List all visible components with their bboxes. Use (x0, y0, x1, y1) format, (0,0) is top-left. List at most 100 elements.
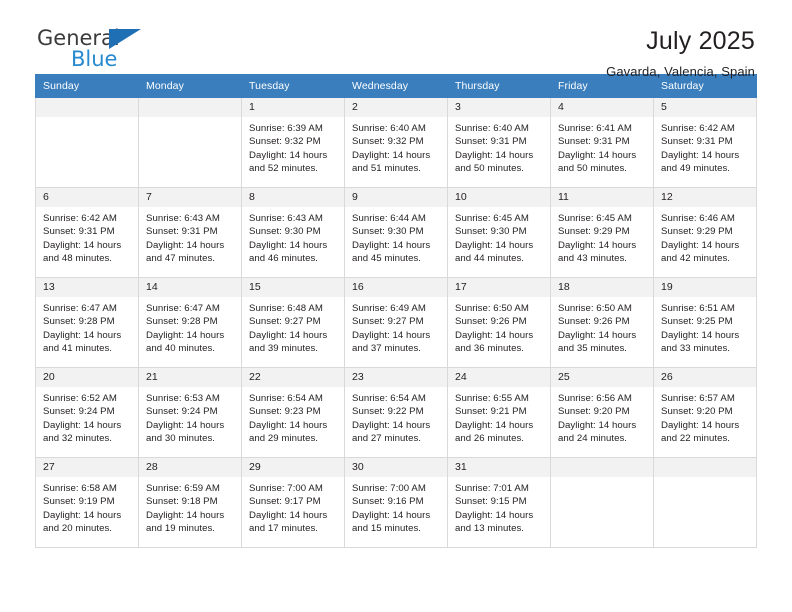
calendar-day-cell[interactable]: 20 Sunrise: 6:52 AM Sunset: 9:24 PM Dayligh… (35, 367, 139, 458)
daylight-text-line2: and 52 minutes. (249, 163, 319, 175)
daylight-text-line2: and 48 minutes. (43, 253, 113, 265)
calendar-day-cell[interactable]: 2 Sunrise: 6:40 AM Sunset: 9:32 PM Daylight… (344, 97, 448, 188)
calendar-day-cell[interactable]: 1 Sunrise: 6:39 AM Sunset: 9:32 PM Daylight… (241, 97, 345, 188)
daylight-text-line1: Daylight: 14 hours (455, 329, 534, 341)
day-number: 9 (345, 188, 447, 207)
daylight-text-line2: and 49 minutes. (661, 163, 731, 175)
day-details: Sunrise: 6:43 AM Sunset: 9:30 PM Daylight:… (242, 207, 344, 266)
weekday-header-sunday: Sunday (35, 74, 139, 98)
daylight-text-line1: Daylight: 14 hours (558, 329, 637, 341)
sunrise-text: Sunrise: 6:54 AM (249, 393, 323, 404)
weekday-header-thursday: Thursday (447, 74, 551, 98)
sunset-text: Sunset: 9:17 PM (249, 496, 321, 508)
sunrise-text: Sunrise: 6:39 AM (249, 123, 323, 134)
calendar-day-cell[interactable]: 12 Sunrise: 6:46 AM Sunset: 9:29 PM Dayligh… (653, 187, 757, 278)
calendar-day-cell[interactable]: 31 Sunrise: 7:01 AM Sunset: 9:15 PM Dayligh… (447, 457, 551, 548)
daylight-text-line1: Daylight: 14 hours (146, 419, 225, 431)
day-number: 14 (139, 278, 241, 297)
calendar-day-cell[interactable]: 4 Sunrise: 6:41 AM Sunset: 9:31 PM Daylight… (550, 97, 654, 188)
calendar-day-cell[interactable]: 24 Sunrise: 6:55 AM Sunset: 9:21 PM Dayligh… (447, 367, 551, 458)
daylight-text-line2: and 19 minutes. (146, 523, 216, 535)
calendar-day-cell[interactable]: 30 Sunrise: 7:00 AM Sunset: 9:16 PM Dayligh… (344, 457, 448, 548)
daylight-text-line2: and 24 minutes. (558, 433, 628, 445)
daylight-text-line1: Daylight: 14 hours (352, 149, 431, 161)
sunrise-text: Sunrise: 6:47 AM (43, 303, 117, 314)
calendar-day-cell[interactable]: 15 Sunrise: 6:48 AM Sunset: 9:27 PM Dayligh… (241, 277, 345, 368)
sunrise-text: Sunrise: 6:58 AM (43, 483, 117, 494)
daylight-text-line1: Daylight: 14 hours (455, 509, 534, 521)
sunrise-text: Sunrise: 6:42 AM (43, 213, 117, 224)
sunset-text: Sunset: 9:31 PM (661, 136, 733, 148)
calendar-day-cell[interactable]: 18 Sunrise: 6:50 AM Sunset: 9:26 PM Dayligh… (550, 277, 654, 368)
sunrise-text: Sunrise: 6:44 AM (352, 213, 426, 224)
calendar-day-cell[interactable]: 16 Sunrise: 6:49 AM Sunset: 9:27 PM Dayligh… (344, 277, 448, 368)
calendar-day-cell[interactable]: 23 Sunrise: 6:54 AM Sunset: 9:22 PM Dayligh… (344, 367, 448, 458)
daylight-text-line1: Daylight: 14 hours (352, 239, 431, 251)
day-details: Sunrise: 6:57 AM Sunset: 9:20 PM Daylight:… (654, 387, 756, 446)
sunrise-text: Sunrise: 6:56 AM (558, 393, 632, 404)
sunrise-text: Sunrise: 6:48 AM (249, 303, 323, 314)
calendar-day-cell[interactable]: 27 Sunrise: 6:58 AM Sunset: 9:19 PM Dayligh… (35, 457, 139, 548)
day-number: 18 (551, 278, 653, 297)
calendar-week-row: 27 Sunrise: 6:58 AM Sunset: 9:19 PM Dayligh… (35, 457, 757, 548)
daylight-text-line1: Daylight: 14 hours (146, 329, 225, 341)
day-number: 20 (36, 368, 138, 387)
day-details: Sunrise: 6:52 AM Sunset: 9:24 PM Daylight:… (36, 387, 138, 446)
calendar-day-cell[interactable]: 6 Sunrise: 6:42 AM Sunset: 9:31 PM Daylight… (35, 187, 139, 278)
sunset-text: Sunset: 9:18 PM (146, 496, 218, 508)
day-details: Sunrise: 6:47 AM Sunset: 9:28 PM Daylight:… (139, 297, 241, 356)
sunrise-text: Sunrise: 7:00 AM (352, 483, 426, 494)
day-number: 7 (139, 188, 241, 207)
calendar-day-cell[interactable]: 22 Sunrise: 6:54 AM Sunset: 9:23 PM Dayligh… (241, 367, 345, 458)
sunset-text: Sunset: 9:30 PM (352, 226, 424, 238)
day-details: Sunrise: 6:53 AM Sunset: 9:24 PM Daylight:… (139, 387, 241, 446)
calendar-day-cell[interactable]: 10 Sunrise: 6:45 AM Sunset: 9:30 PM Dayligh… (447, 187, 551, 278)
daylight-text-line2: and 40 minutes. (146, 343, 216, 355)
calendar-day-cell[interactable]: 8 Sunrise: 6:43 AM Sunset: 9:30 PM Daylight… (241, 187, 345, 278)
daylight-text-line1: Daylight: 14 hours (146, 509, 225, 521)
sunset-text: Sunset: 9:20 PM (558, 406, 630, 418)
day-details: Sunrise: 6:42 AM Sunset: 9:31 PM Daylight:… (654, 117, 756, 176)
day-details: Sunrise: 6:50 AM Sunset: 9:26 PM Daylight:… (448, 297, 550, 356)
calendar-day-cell[interactable]: 14 Sunrise: 6:47 AM Sunset: 9:28 PM Dayligh… (138, 277, 242, 368)
sunset-text: Sunset: 9:23 PM (249, 406, 321, 418)
daylight-text-line1: Daylight: 14 hours (558, 419, 637, 431)
day-details: Sunrise: 6:51 AM Sunset: 9:25 PM Daylight:… (654, 297, 756, 356)
calendar-day-cell[interactable]: 19 Sunrise: 6:51 AM Sunset: 9:25 PM Dayligh… (653, 277, 757, 368)
sunset-text: Sunset: 9:32 PM (249, 136, 321, 148)
daylight-text-line2: and 39 minutes. (249, 343, 319, 355)
calendar-week-row: 1 Sunrise: 6:39 AM Sunset: 9:32 PM Daylight… (35, 97, 757, 188)
calendar-day-cell[interactable]: 26 Sunrise: 6:57 AM Sunset: 9:20 PM Dayligh… (653, 367, 757, 458)
daylight-text-line2: and 27 minutes. (352, 433, 422, 445)
general-blue-logo[interactable]: General Blue (37, 26, 153, 74)
sunrise-text: Sunrise: 6:49 AM (352, 303, 426, 314)
sunrise-text: Sunrise: 7:01 AM (455, 483, 529, 494)
daylight-text-line1: Daylight: 14 hours (455, 419, 534, 431)
calendar-day-cell[interactable]: 21 Sunrise: 6:53 AM Sunset: 9:24 PM Dayligh… (138, 367, 242, 458)
day-number: 16 (345, 278, 447, 297)
daylight-text-line2: and 17 minutes. (249, 523, 319, 535)
logo-triangle-icon (109, 29, 141, 49)
calendar-day-cell[interactable]: 7 Sunrise: 6:43 AM Sunset: 9:31 PM Daylight… (138, 187, 242, 278)
calendar-day-cell[interactable]: 29 Sunrise: 7:00 AM Sunset: 9:17 PM Dayligh… (241, 457, 345, 548)
calendar-day-cell[interactable]: 17 Sunrise: 6:50 AM Sunset: 9:26 PM Dayligh… (447, 277, 551, 368)
sunset-text: Sunset: 9:28 PM (146, 316, 218, 328)
calendar-day-cell[interactable]: 11 Sunrise: 6:45 AM Sunset: 9:29 PM Dayligh… (550, 187, 654, 278)
calendar-day-cell[interactable]: 13 Sunrise: 6:47 AM Sunset: 9:28 PM Dayligh… (35, 277, 139, 368)
calendar-day-cell[interactable]: 3 Sunrise: 6:40 AM Sunset: 9:31 PM Daylight… (447, 97, 551, 188)
day-details: Sunrise: 6:50 AM Sunset: 9:26 PM Daylight:… (551, 297, 653, 356)
calendar-day-cell[interactable]: 28 Sunrise: 6:59 AM Sunset: 9:18 PM Dayligh… (138, 457, 242, 548)
daylight-text-line2: and 15 minutes. (352, 523, 422, 535)
calendar-day-cell[interactable]: 9 Sunrise: 6:44 AM Sunset: 9:30 PM Daylight… (344, 187, 448, 278)
calendar-day-cell[interactable]: 25 Sunrise: 6:56 AM Sunset: 9:20 PM Dayligh… (550, 367, 654, 458)
location-subtitle: Gavarda, Valencia, Spain (606, 64, 755, 79)
calendar-cell-empty (35, 97, 139, 188)
sunset-text: Sunset: 9:25 PM (661, 316, 733, 328)
daylight-text-line2: and 22 minutes. (661, 433, 731, 445)
calendar-day-cell[interactable]: 5 Sunrise: 6:42 AM Sunset: 9:31 PM Daylight… (653, 97, 757, 188)
day-details: Sunrise: 6:58 AM Sunset: 9:19 PM Daylight:… (36, 477, 138, 536)
sunrise-text: Sunrise: 6:53 AM (146, 393, 220, 404)
sunrise-text: Sunrise: 6:45 AM (455, 213, 529, 224)
daylight-text-line1: Daylight: 14 hours (352, 509, 431, 521)
sunrise-text: Sunrise: 6:41 AM (558, 123, 632, 134)
